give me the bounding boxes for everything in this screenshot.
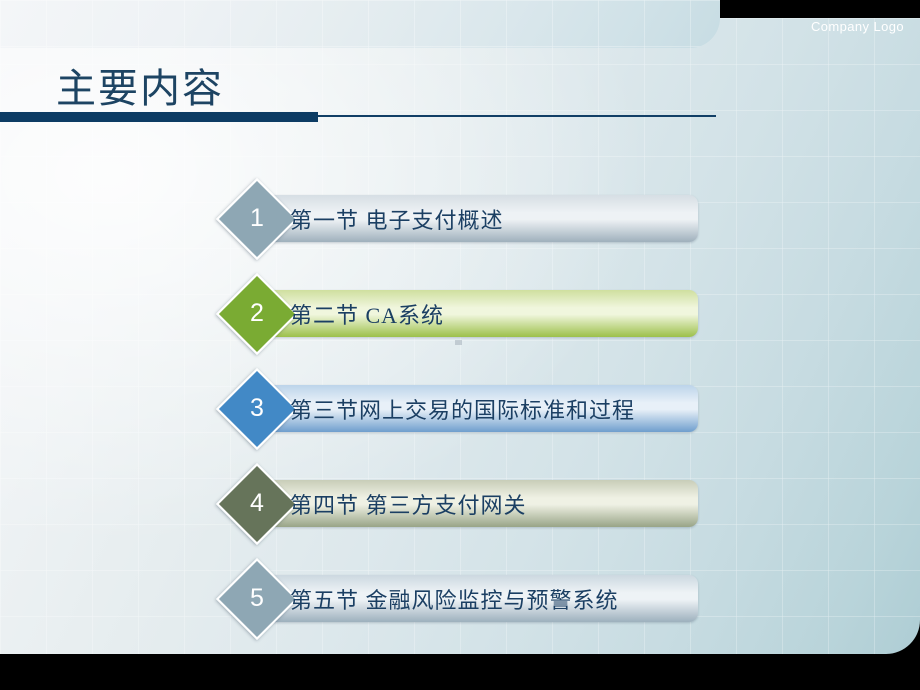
header-band (0, 0, 720, 48)
list-item[interactable]: 3 第三节网上交易的国际标准和过程 (0, 367, 920, 465)
agenda-number-5: 5 (250, 583, 264, 612)
agenda-number-3: 3 (250, 393, 264, 422)
agenda-number-badge-1[interactable]: 1 (215, 177, 299, 261)
agenda-label-1: 第一节 电子支付概述 (290, 207, 504, 233)
title-underline-thin (318, 115, 716, 117)
list-item[interactable]: 2 第二节 CA系统 (0, 272, 920, 370)
stray-marker-dot (455, 340, 462, 345)
slide-canvas: Company Logo 主要内容 1 第一节 电子支付概述 2 第二节 CA系… (0, 0, 920, 690)
company-logo-text: Company Logo (811, 19, 904, 34)
agenda-label-3: 第三节网上交易的国际标准和过程 (290, 397, 636, 423)
title-underline-thick (0, 112, 318, 122)
agenda-label-4: 第四节 第三方支付网关 (290, 492, 527, 518)
title-underline (0, 111, 716, 123)
agenda-number-4: 4 (250, 488, 264, 517)
agenda-number-badge-2[interactable]: 2 (215, 272, 299, 356)
list-item[interactable]: 1 第一节 电子支付概述 (0, 177, 920, 275)
agenda-number-2: 2 (250, 298, 264, 327)
list-item[interactable]: 4 第四节 第三方支付网关 (0, 462, 920, 560)
agenda-number-badge-3[interactable]: 3 (215, 367, 299, 451)
list-item[interactable]: 5 第五节 金融风险监控与预警系统 (0, 557, 920, 655)
agenda-list: 1 第一节 电子支付概述 2 第二节 CA系统 3 第三节网上交易的国际标准和过… (0, 177, 920, 655)
agenda-number-badge-4[interactable]: 4 (215, 462, 299, 546)
agenda-label-2: 第二节 CA系统 (290, 302, 445, 328)
agenda-number-1: 1 (250, 203, 264, 232)
agenda-label-5: 第五节 金融风险监控与预警系统 (290, 587, 619, 613)
agenda-number-badge-5[interactable]: 5 (215, 557, 299, 641)
page-title: 主要内容 (56, 66, 224, 111)
